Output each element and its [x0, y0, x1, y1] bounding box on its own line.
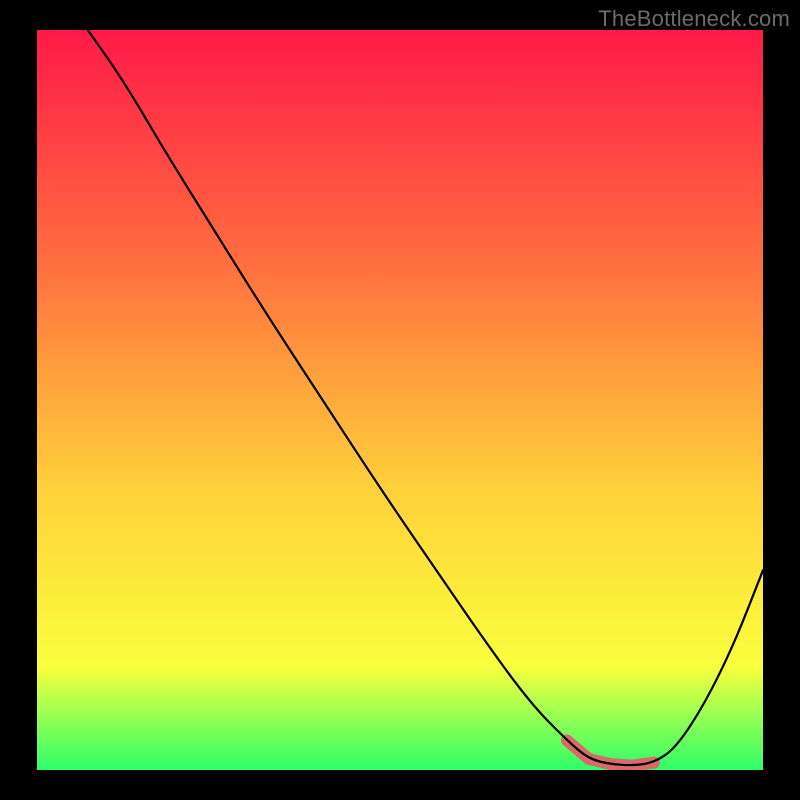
chart-container: TheBottleneck.com: [0, 0, 800, 800]
chart-svg: [37, 30, 763, 770]
gradient-background: [37, 30, 763, 770]
plot-area: [37, 30, 763, 770]
watermark-text: TheBottleneck.com: [598, 6, 790, 32]
